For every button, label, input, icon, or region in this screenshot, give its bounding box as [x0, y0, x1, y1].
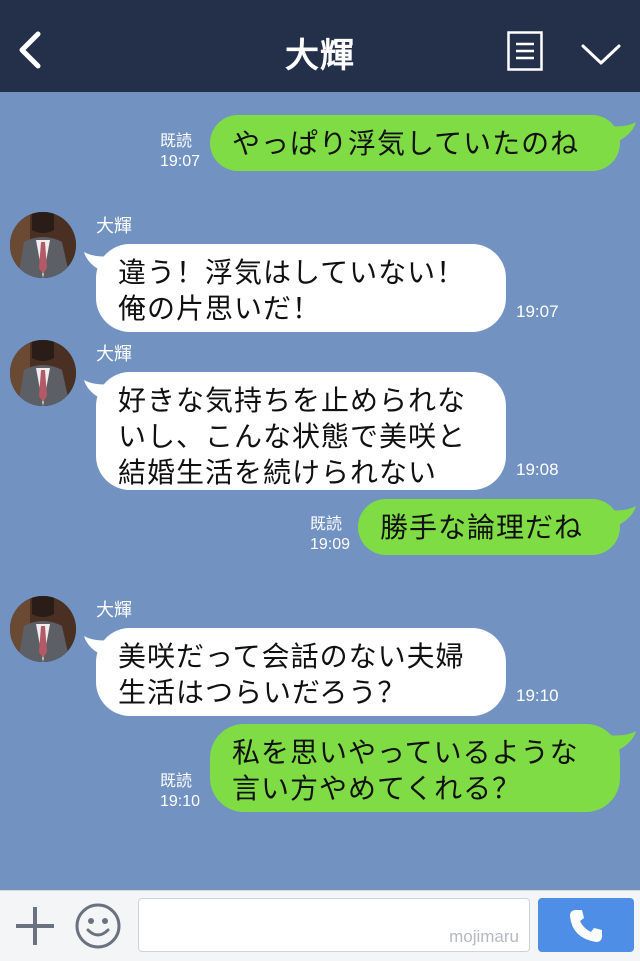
avatar[interactable] [10, 212, 76, 278]
message-input[interactable]: mojimaru [138, 898, 530, 952]
chevron-down-icon[interactable] [580, 42, 622, 68]
bubble-tail [606, 506, 636, 528]
my-message-bubble[interactable]: 私を思いやっているような 言い方やめてくれる？ [210, 724, 620, 812]
message-line: 勝手な論理だね [380, 511, 584, 544]
their-message-bubble[interactable]: 違う！浮気はしていない！ 俺の片思いだ！ [96, 244, 506, 332]
read-label: 既読 [160, 773, 193, 790]
message-line: 生活はつらいだろう？ [118, 676, 407, 709]
read-receipt: 既読 19:07 [160, 132, 200, 172]
avatar-image [10, 212, 76, 278]
bubble-tail [606, 731, 636, 753]
avatar[interactable] [10, 340, 76, 406]
my-message-bubble[interactable]: 勝手な論理だね [358, 499, 620, 555]
message-line: やっぱり浮気していたのね [232, 127, 580, 160]
message-line: 結婚生活を続けられない [118, 456, 438, 489]
message-line: 美咲だって会話のない夫婦 [118, 640, 465, 673]
message-line: 言い方やめてくれる？ [232, 772, 522, 805]
list-icon[interactable] [507, 31, 543, 71]
read-receipt: 既読 19:10 [160, 772, 200, 812]
chat-header: 大輝 [0, 0, 640, 92]
read-label: 既読 [160, 133, 193, 150]
message-line: 違う！浮気はしていない！ [118, 256, 466, 289]
message-line: 俺の片思いだ！ [118, 292, 322, 325]
input-bar: mojimaru [0, 890, 640, 961]
sender-name: 大輝 [96, 600, 132, 621]
message-time: 19:08 [516, 460, 559, 479]
their-message-bubble[interactable]: 好きな気持ちを止められな いし、こんな状態で美咲と 結婚生活を続けられない [96, 372, 506, 490]
message-time: 19:09 [310, 536, 351, 553]
sender-name: 大輝 [96, 216, 132, 237]
read-receipt: 既読 19:09 [310, 515, 350, 555]
message-time: 19:07 [516, 302, 559, 321]
message-line: 私を思いやっているような [232, 736, 579, 769]
message-time: 19:07 [160, 153, 201, 170]
plus-icon[interactable] [14, 905, 56, 947]
avatar-image [10, 340, 76, 406]
their-message-bubble[interactable]: 美咲だって会話のない夫婦 生活はつらいだろう？ [96, 628, 506, 716]
message-line: いし、こんな状態で美咲と [118, 420, 467, 453]
my-message-bubble[interactable]: やっぱり浮気していたのね [210, 115, 620, 171]
message-time: 19:10 [160, 793, 201, 810]
avatar[interactable] [10, 596, 76, 662]
message-list[interactable]: 既読 19:07 やっぱり浮気していたのね 大輝 違う！浮気はしていない！ 俺の… [0, 92, 640, 890]
sender-name: 大輝 [96, 344, 132, 365]
call-button[interactable] [538, 898, 634, 952]
read-label: 既読 [310, 516, 343, 533]
avatar-image [10, 596, 76, 662]
smiley-icon[interactable] [74, 902, 122, 950]
message-time: 19:10 [516, 686, 559, 705]
phone-icon [570, 910, 602, 942]
chat-title: 大輝 [285, 36, 355, 76]
message-line: 好きな気持ちを止められな [118, 384, 467, 417]
watermark: mojimaru [449, 927, 519, 946]
bubble-tail [606, 122, 636, 144]
